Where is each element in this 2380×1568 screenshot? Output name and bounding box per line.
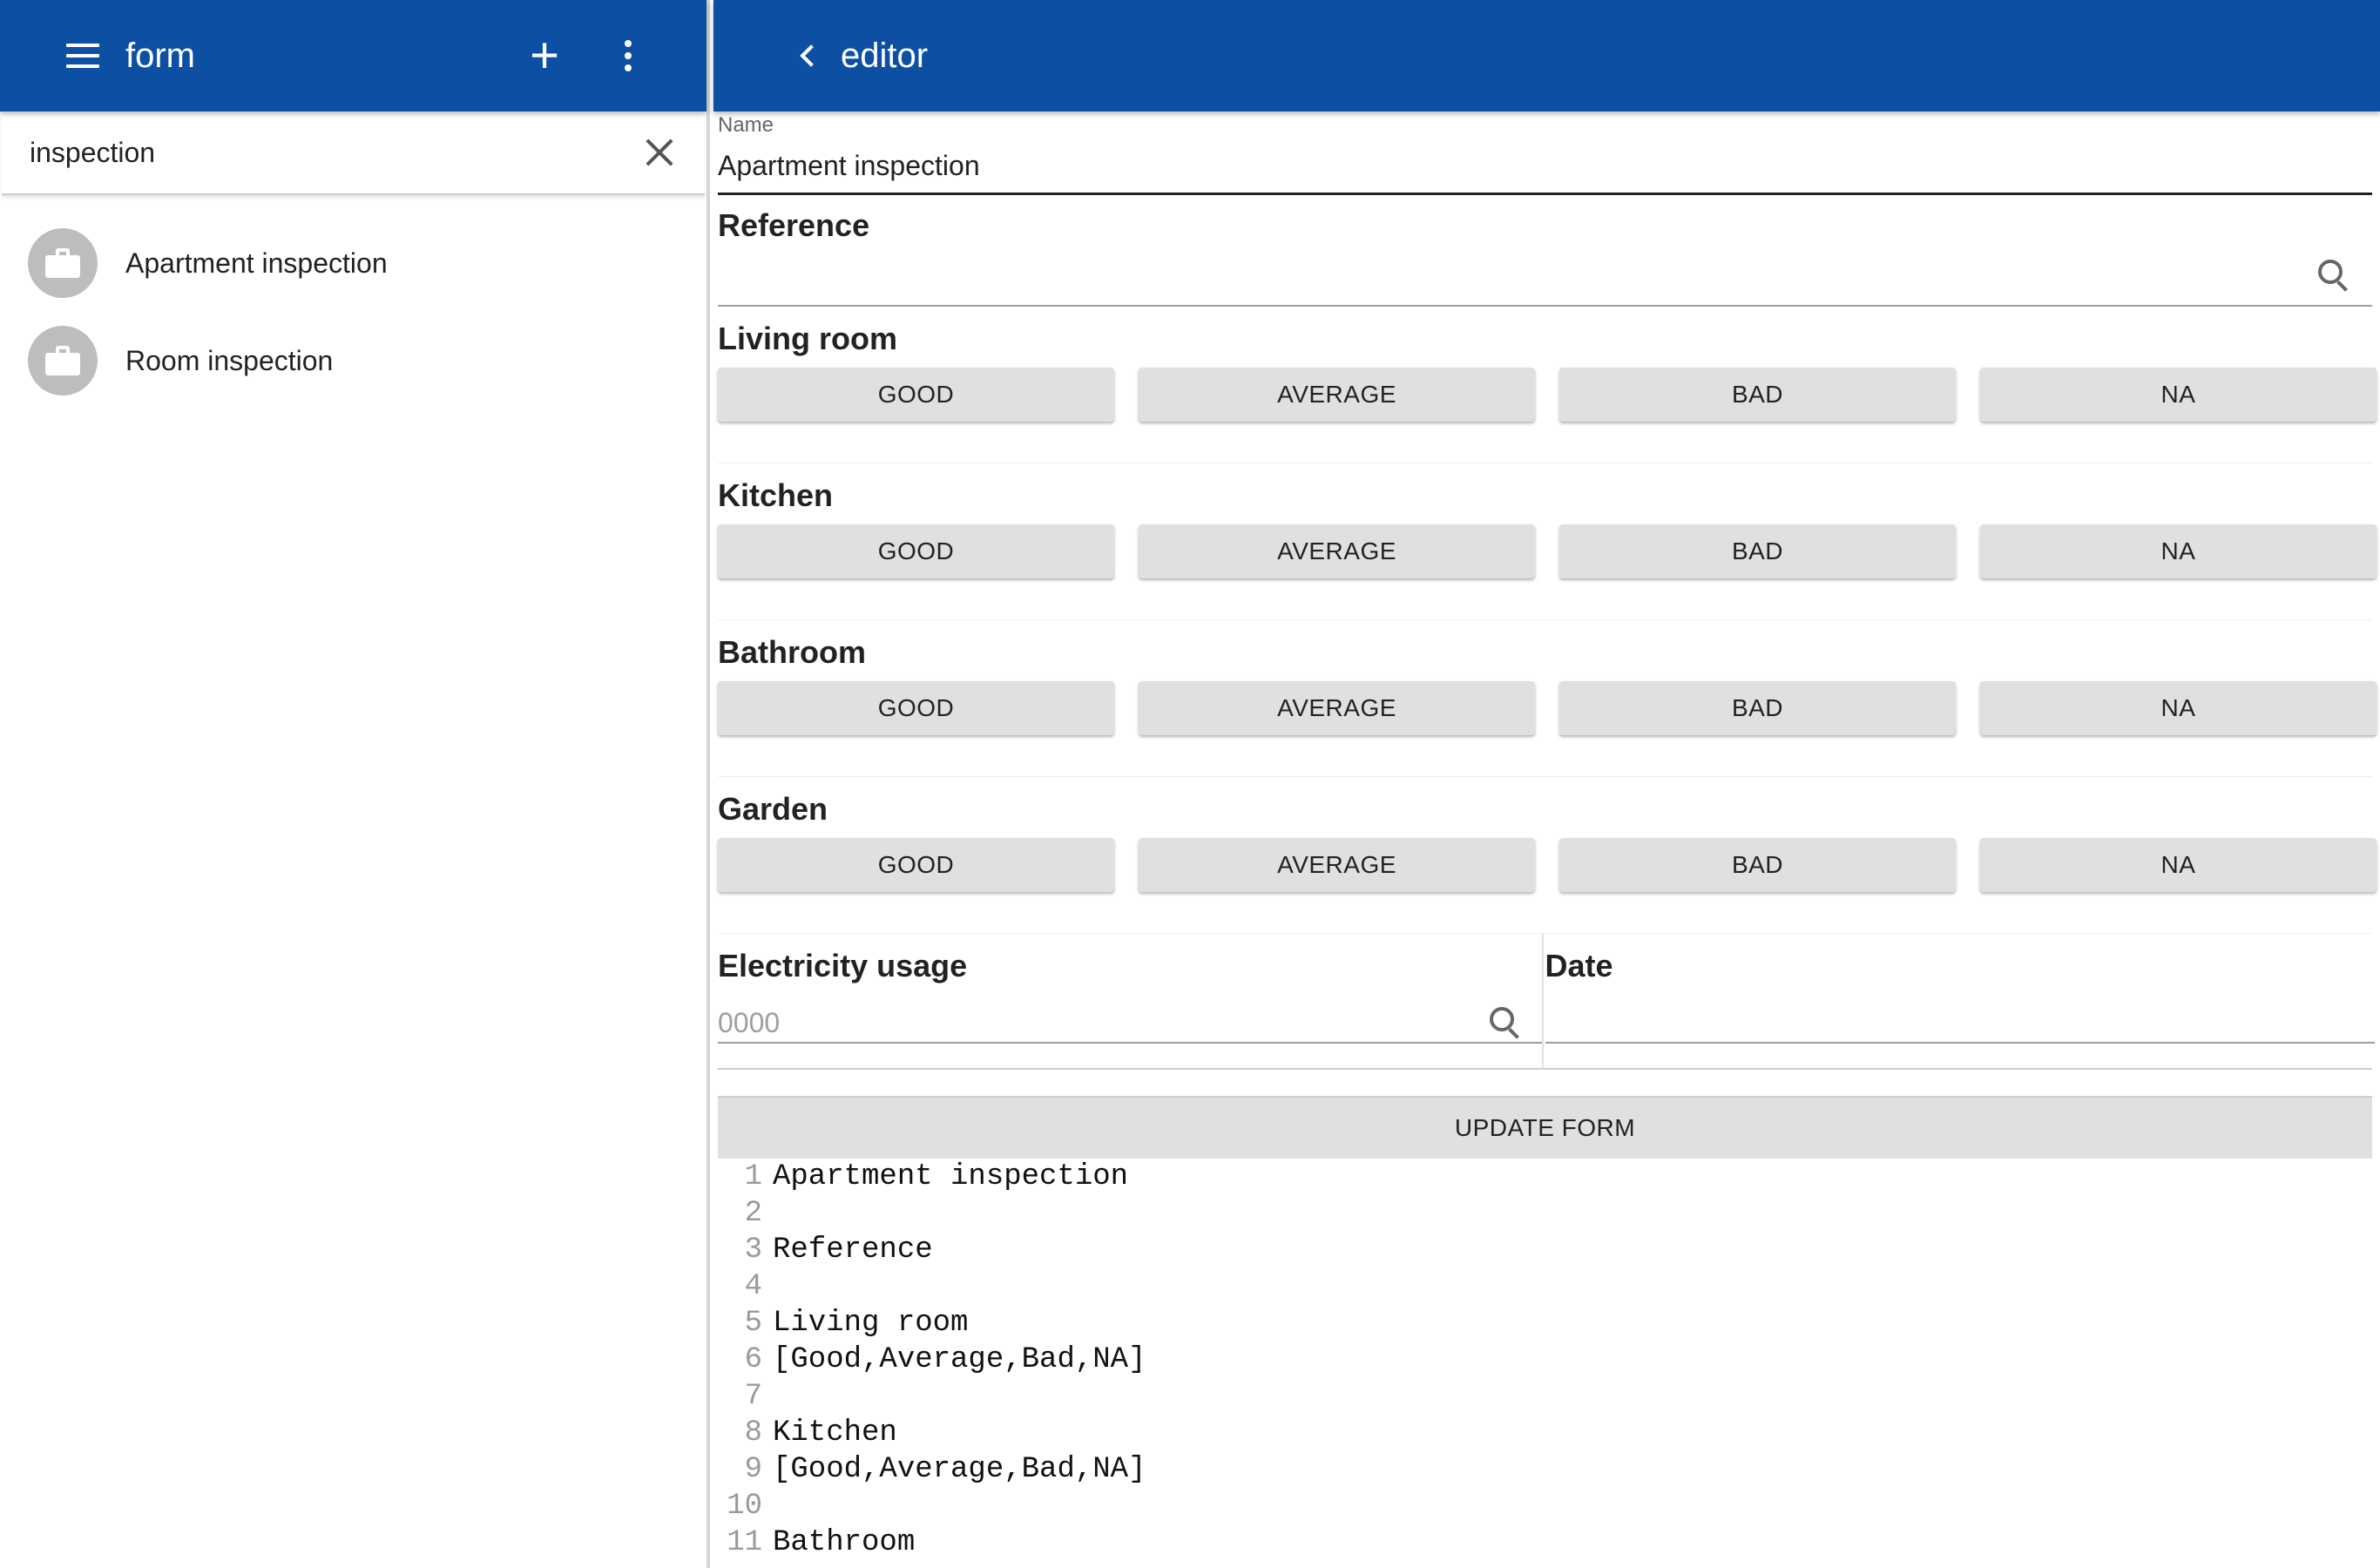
more-options-button[interactable] bbox=[586, 14, 670, 98]
search-icon[interactable] bbox=[1490, 1007, 1523, 1040]
na-button[interactable]: NA bbox=[1980, 368, 2377, 422]
list-item-label: Room inspection bbox=[125, 344, 334, 376]
code-line: 6 [Good,Average,Bad,NA] bbox=[718, 1342, 2372, 1378]
line-number: 10 bbox=[727, 1490, 762, 1523]
electricity-usage-label: Electricity usage bbox=[718, 948, 968, 983]
line-text: Kitchen bbox=[773, 1416, 897, 1450]
rating-options: GOOD AVERAGE BAD NA bbox=[718, 368, 2377, 422]
rating-section-kitchen: Kitchen GOOD AVERAGE BAD NA bbox=[718, 463, 2377, 620]
code-line: 7 bbox=[718, 1378, 2372, 1415]
search-icon[interactable] bbox=[2318, 260, 2351, 293]
electricity-date-row: Electricity usage 0000 Date bbox=[718, 934, 2375, 1070]
editor-title: editor bbox=[841, 36, 929, 75]
code-line: 3 Reference bbox=[718, 1232, 2372, 1268]
plus-icon: + bbox=[530, 27, 559, 84]
right-app-bar: editor bbox=[713, 0, 2380, 112]
rating-section-bathroom: Bathroom GOOD AVERAGE BAD NA bbox=[718, 620, 2377, 777]
reference-field[interactable]: Reference bbox=[718, 195, 2372, 307]
line-number: 1 bbox=[744, 1160, 762, 1193]
form-list: Apartment inspection Room inspection bbox=[0, 195, 707, 409]
line-text: [Good,Average,Bad,NA] bbox=[773, 1453, 1146, 1486]
line-number: 9 bbox=[744, 1453, 762, 1486]
good-button[interactable]: GOOD bbox=[718, 681, 1114, 735]
line-text: Living room bbox=[773, 1307, 969, 1340]
briefcase-icon bbox=[45, 248, 80, 278]
code-line: 5 Living room bbox=[718, 1305, 2372, 1342]
editor-pane: editor Name Apartment inspection Referen… bbox=[713, 0, 2380, 1568]
back-button[interactable] bbox=[781, 30, 834, 82]
section-label: Living room bbox=[718, 321, 897, 356]
rating-section-living-room: Living room GOOD AVERAGE BAD NA bbox=[718, 307, 2377, 463]
average-button[interactable]: AVERAGE bbox=[1139, 524, 1535, 578]
date-field: Date bbox=[1541, 934, 2375, 1070]
chevron-left-icon bbox=[800, 44, 822, 67]
section-label: Kitchen bbox=[718, 477, 834, 513]
name-field-caption: Name bbox=[718, 113, 774, 137]
more-vert-icon bbox=[625, 40, 632, 71]
list-item[interactable]: Room inspection bbox=[0, 312, 707, 409]
update-form-button[interactable]: UPDATE FORM bbox=[718, 1096, 2372, 1159]
line-number: 8 bbox=[744, 1416, 762, 1450]
section-label: Bathroom bbox=[718, 634, 866, 670]
code-line: 10 bbox=[718, 1488, 2372, 1524]
code-editor[interactable]: 1 Apartment inspection 2 3 Reference 4 5 Li… bbox=[718, 1159, 2372, 1561]
average-button[interactable]: AVERAGE bbox=[1139, 838, 1535, 892]
rating-options: GOOD AVERAGE BAD NA bbox=[718, 838, 2377, 892]
section-label: Garden bbox=[718, 791, 828, 827]
add-form-button[interactable]: + bbox=[503, 14, 586, 98]
good-button[interactable]: GOOD bbox=[718, 368, 1114, 422]
average-button[interactable]: AVERAGE bbox=[1139, 368, 1535, 422]
name-field[interactable]: Name Apartment inspection bbox=[718, 112, 2372, 195]
list-item[interactable]: Apartment inspection bbox=[0, 214, 707, 312]
na-button[interactable]: NA bbox=[1980, 524, 2377, 578]
rating-options: GOOD AVERAGE BAD NA bbox=[718, 524, 2377, 578]
briefcase-icon bbox=[45, 346, 80, 375]
na-button[interactable]: NA bbox=[1980, 681, 2377, 735]
search-bar: inspection bbox=[2, 112, 705, 195]
good-button[interactable]: GOOD bbox=[718, 524, 1114, 578]
form-list-pane: form + inspection Apartment inspection R… bbox=[0, 0, 710, 1568]
line-number: 2 bbox=[744, 1197, 762, 1230]
good-button[interactable]: GOOD bbox=[718, 838, 1114, 892]
code-line: 8 Kitchen bbox=[718, 1415, 2372, 1451]
average-button[interactable]: AVERAGE bbox=[1139, 681, 1535, 735]
list-item-label: Apartment inspection bbox=[125, 247, 388, 279]
avatar bbox=[28, 326, 98, 395]
line-text: Apartment inspection bbox=[773, 1160, 1129, 1193]
code-line: 4 bbox=[718, 1268, 2372, 1305]
line-number: 6 bbox=[744, 1343, 762, 1376]
left-app-title: form bbox=[125, 36, 195, 75]
code-line: 9 [Good,Average,Bad,NA] bbox=[718, 1451, 2372, 1488]
code-line: 1 Apartment inspection bbox=[718, 1159, 2372, 1195]
electricity-usage-input[interactable]: 0000 bbox=[718, 997, 1544, 1044]
line-text: Bathroom bbox=[773, 1526, 916, 1559]
form-preview: Name Apartment inspection Reference Livi… bbox=[713, 112, 2377, 1561]
na-button[interactable]: NA bbox=[1980, 838, 2377, 892]
code-line: 2 bbox=[718, 1195, 2372, 1232]
left-app-bar: form + bbox=[0, 0, 707, 112]
close-icon[interactable] bbox=[642, 135, 677, 170]
line-text: [Good,Average,Bad,NA] bbox=[773, 1343, 1146, 1376]
search-input[interactable]: inspection bbox=[30, 137, 642, 169]
avatar bbox=[28, 228, 98, 298]
line-number: 3 bbox=[744, 1233, 762, 1267]
bad-button[interactable]: BAD bbox=[1559, 681, 1956, 735]
reference-label: Reference bbox=[718, 207, 870, 243]
bad-button[interactable]: BAD bbox=[1559, 368, 1956, 422]
line-text: Reference bbox=[773, 1233, 933, 1267]
rating-options: GOOD AVERAGE BAD NA bbox=[718, 681, 2377, 735]
line-number: 11 bbox=[727, 1526, 762, 1559]
name-field-value: Apartment inspection bbox=[718, 150, 980, 181]
bad-button[interactable]: BAD bbox=[1559, 838, 1956, 892]
line-number: 7 bbox=[744, 1380, 762, 1413]
date-label: Date bbox=[1545, 948, 1613, 983]
line-number: 4 bbox=[744, 1270, 762, 1303]
date-input[interactable] bbox=[1545, 997, 2375, 1044]
electricity-usage-field: Electricity usage 0000 bbox=[718, 934, 1544, 1070]
electricity-usage-placeholder: 0000 bbox=[718, 1007, 781, 1038]
code-line: 11 Bathroom bbox=[718, 1524, 2372, 1561]
line-number: 5 bbox=[744, 1307, 762, 1340]
bad-button[interactable]: BAD bbox=[1559, 524, 1956, 578]
rating-section-garden: Garden GOOD AVERAGE BAD NA bbox=[718, 777, 2377, 934]
